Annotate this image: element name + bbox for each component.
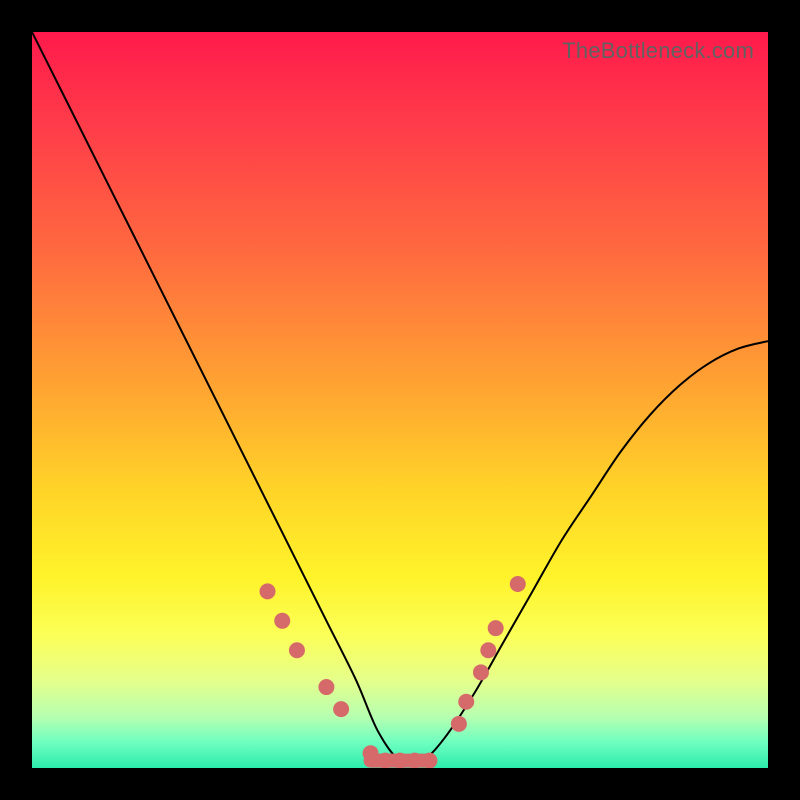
curve-marker — [363, 745, 379, 761]
curve-marker — [407, 753, 423, 768]
curve-marker — [289, 642, 305, 658]
bottleneck-curve — [32, 32, 768, 764]
curve-marker — [421, 753, 437, 768]
curve-marker — [274, 613, 290, 629]
plot-area: TheBottleneck.com — [32, 32, 768, 768]
chart-frame: TheBottleneck.com — [0, 0, 800, 800]
curve-marker — [510, 576, 526, 592]
curve-marker — [260, 583, 276, 599]
chart-svg — [32, 32, 768, 768]
watermark-text: TheBottleneck.com — [562, 38, 754, 64]
curve-marker — [377, 753, 393, 768]
curve-marker — [480, 642, 496, 658]
curve-marker — [458, 694, 474, 710]
curve-marker — [392, 753, 408, 768]
curve-marker — [488, 620, 504, 636]
curve-marker — [451, 716, 467, 732]
curve-marker — [333, 701, 349, 717]
curve-marker — [318, 679, 334, 695]
curve-marker — [473, 664, 489, 680]
marker-group — [260, 576, 526, 768]
